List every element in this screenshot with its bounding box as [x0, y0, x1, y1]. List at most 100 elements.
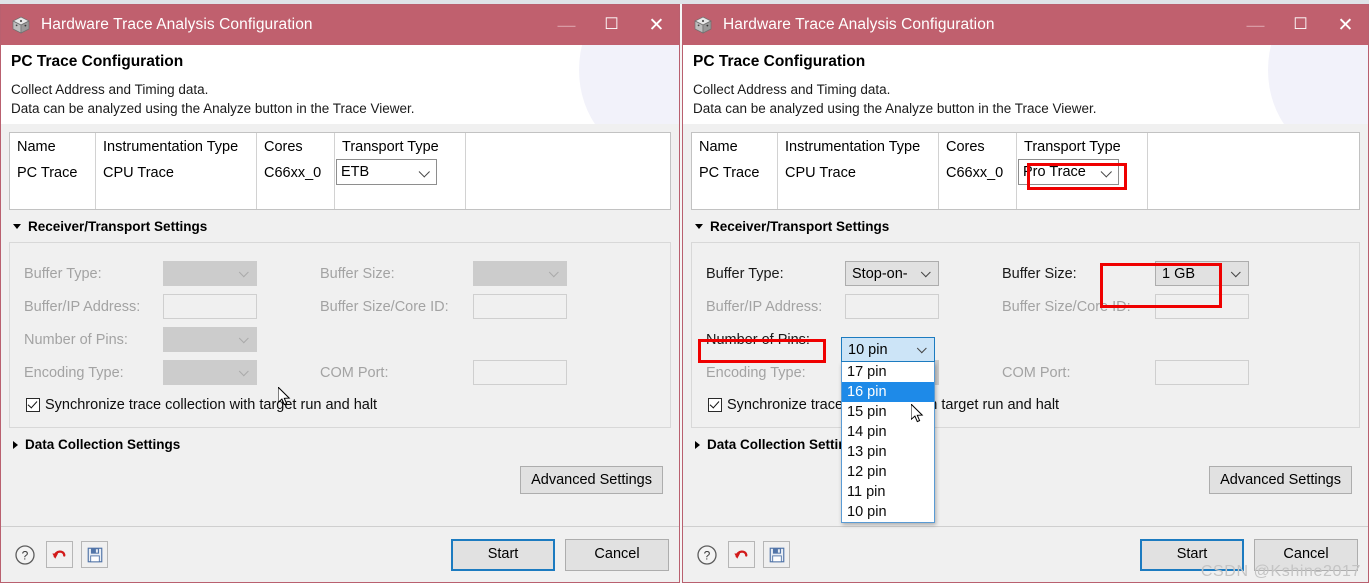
sync-checkbox-row[interactable]: Synchronize trace collection with target…	[692, 393, 1359, 417]
empty-cell-transport	[1017, 185, 1148, 210]
column-header-instrumentation-type: Instrumentation Type	[778, 133, 939, 160]
table-row[interactable]: PC Trace CPU Trace C66xx_0 Pro Trace	[692, 159, 1359, 186]
cell-name: PC Trace	[692, 159, 778, 186]
save-icon[interactable]	[763, 541, 790, 568]
save-icon[interactable]	[81, 541, 108, 568]
dropdown-option-12-pin[interactable]: 12 pin	[842, 462, 934, 482]
svg-text:?: ?	[21, 548, 28, 562]
dropdown-option-14-pin[interactable]: 14 pin	[842, 422, 934, 442]
dropdown-option-13-pin[interactable]: 13 pin	[842, 442, 934, 462]
section-header-data-collection[interactable]: Data Collection Settings	[9, 428, 671, 460]
sync-checkbox-row[interactable]: Synchronize trace collection with target…	[10, 393, 670, 417]
page-title: PC Trace Configuration	[693, 53, 866, 70]
window-controls-left: — ☐ ✕	[544, 5, 679, 45]
advanced-settings-bar: Advanced Settings	[691, 460, 1360, 502]
buffer-type-combo[interactable]: Stop-on-	[845, 261, 939, 287]
section-header-receiver[interactable]: Receiver/Transport Settings	[9, 210, 671, 242]
titlebar-left[interactable]: Hardware Trace Analysis Configuration — …	[1, 5, 679, 45]
window-title: Hardware Trace Analysis Configuration	[41, 16, 313, 33]
receiver-settings-group-left: Buffer Type: Buffer Size: Buffer/IP Addr…	[9, 242, 671, 429]
row-number-of-pins: Number of Pins:	[692, 323, 1359, 356]
screenshot-root: Hardware Trace Analysis Configuration — …	[0, 0, 1369, 583]
buffer-type-label: Buffer Type:	[706, 265, 784, 282]
svg-text:?: ?	[703, 548, 710, 562]
help-icon[interactable]: ?	[693, 541, 720, 568]
dropdown-option-10-pin[interactable]: 10 pin	[842, 502, 934, 522]
cell-instrumentation-type: CPU Trace	[96, 159, 257, 186]
cell-transport-type[interactable]: Pro Trace	[1017, 159, 1148, 186]
com-port-label: COM Port:	[1002, 364, 1071, 381]
row-buffer-ip: Buffer/IP Address: Buffer Size/Core ID:	[10, 290, 670, 323]
transport-type-combo[interactable]: ETB	[336, 159, 437, 186]
number-of-pins-option-list[interactable]: 17 pin 16 pin 15 pin 14 pin 13 pin 12 pi…	[841, 362, 935, 523]
column-header-cores: Cores	[939, 133, 1017, 160]
table-row[interactable]: PC Trace CPU Trace C66xx_0 ETB	[10, 159, 670, 186]
column-header-spacer	[466, 133, 670, 159]
close-button[interactable]: ✕	[634, 5, 679, 45]
dropdown-option-16-pin[interactable]: 16 pin	[842, 382, 934, 402]
buffer-size-combo[interactable]: 1 GB	[1155, 261, 1249, 287]
sync-checkbox[interactable]	[26, 398, 40, 413]
number-of-pins-dropdown[interactable]: 10 pin 17 pin 16 pin 15 pin 14 pin 13 pi…	[841, 337, 935, 523]
buffer-type-label: Buffer Type:	[24, 265, 102, 282]
chevron-down-icon	[1100, 166, 1112, 178]
close-button[interactable]: ✕	[1323, 5, 1368, 45]
cell-transport-type[interactable]: ETB	[335, 159, 466, 186]
number-of-pins-combo[interactable]: 10 pin	[841, 337, 935, 362]
revert-icon[interactable]	[728, 541, 755, 568]
empty-cell-inst	[96, 185, 257, 210]
footer-button-group: Start Cancel	[451, 538, 669, 571]
cell-cores: C66xx_0	[939, 159, 1017, 186]
sync-checkbox[interactable]	[708, 398, 722, 413]
cancel-button[interactable]: Cancel	[565, 538, 669, 571]
mouse-cursor	[910, 402, 925, 424]
column-header-spacer	[1148, 133, 1359, 159]
revert-icon[interactable]	[46, 541, 73, 568]
dropdown-option-17-pin[interactable]: 17 pin	[842, 362, 934, 382]
buffer-size-core-id-input	[1155, 294, 1249, 320]
desktop-background-strip	[0, 0, 1369, 4]
empty-cell-cores	[939, 185, 1017, 210]
sync-checkbox-label: Synchronize trace collection with target…	[45, 397, 378, 414]
dialog-page-left: PC Trace Configuration Collect Address a…	[1, 45, 679, 503]
section-header-data-collection[interactable]: Data Collection Settings	[691, 428, 1360, 460]
mouse-cursor	[277, 385, 292, 407]
com-port-label: COM Port:	[320, 364, 389, 381]
section-header-receiver[interactable]: Receiver/Transport Settings	[691, 210, 1360, 242]
advanced-settings-button[interactable]: Advanced Settings	[520, 466, 663, 495]
empty-cell-spacer	[466, 185, 670, 209]
transport-type-combo[interactable]: Pro Trace	[1018, 159, 1119, 186]
empty-cell-inst	[778, 185, 939, 210]
row-buffer-ip: Buffer/IP Address: Buffer Size/Core ID:	[692, 290, 1359, 323]
dialog-body-right: Name Instrumentation Type Cores Transpor…	[683, 124, 1368, 503]
buffer-size-label: Buffer Size:	[1002, 265, 1077, 282]
column-header-cores: Cores	[257, 133, 335, 160]
empty-cell-name	[10, 185, 96, 210]
minimize-button[interactable]: —	[544, 5, 589, 45]
receiver-settings-group-right: Buffer Type: Stop-on- Buffer Size: 1 GB	[691, 242, 1360, 429]
window-controls-right: — ☐ ✕	[1233, 5, 1368, 45]
chevron-down-icon	[418, 166, 430, 178]
number-of-pins-value: 10 pin	[848, 341, 888, 358]
trace-table: Name Instrumentation Type Cores Transpor…	[9, 132, 671, 211]
dialog-window-right: Hardware Trace Analysis Configuration — …	[682, 4, 1369, 583]
row-buffer-type: Buffer Type: Stop-on- Buffer Size: 1 GB	[692, 257, 1359, 290]
dialog-window-left: Hardware Trace Analysis Configuration — …	[0, 4, 680, 583]
maximize-button[interactable]: ☐	[1278, 5, 1323, 45]
help-icon[interactable]: ?	[11, 541, 38, 568]
maximize-button[interactable]: ☐	[589, 5, 634, 45]
advanced-settings-button[interactable]: Advanced Settings	[1209, 466, 1352, 495]
empty-cell-cores	[257, 185, 335, 210]
dropdown-option-11-pin[interactable]: 11 pin	[842, 482, 934, 502]
section-label-data-collection: Data Collection Settings	[707, 437, 863, 453]
page-header-right: PC Trace Configuration Collect Address a…	[683, 45, 1368, 125]
number-of-pins-label: Number of Pins:	[706, 331, 810, 348]
start-button[interactable]: Start	[451, 538, 555, 571]
cell-instrumentation-type: CPU Trace	[778, 159, 939, 186]
buffer-ip-address-label: Buffer/IP Address:	[706, 298, 823, 315]
buffer-size-core-id-label: Buffer Size/Core ID:	[320, 298, 449, 315]
buffer-size-label: Buffer Size:	[320, 265, 395, 282]
titlebar-right[interactable]: Hardware Trace Analysis Configuration — …	[683, 5, 1368, 45]
minimize-button[interactable]: —	[1233, 5, 1278, 45]
encoding-type-label: Encoding Type:	[24, 364, 124, 381]
